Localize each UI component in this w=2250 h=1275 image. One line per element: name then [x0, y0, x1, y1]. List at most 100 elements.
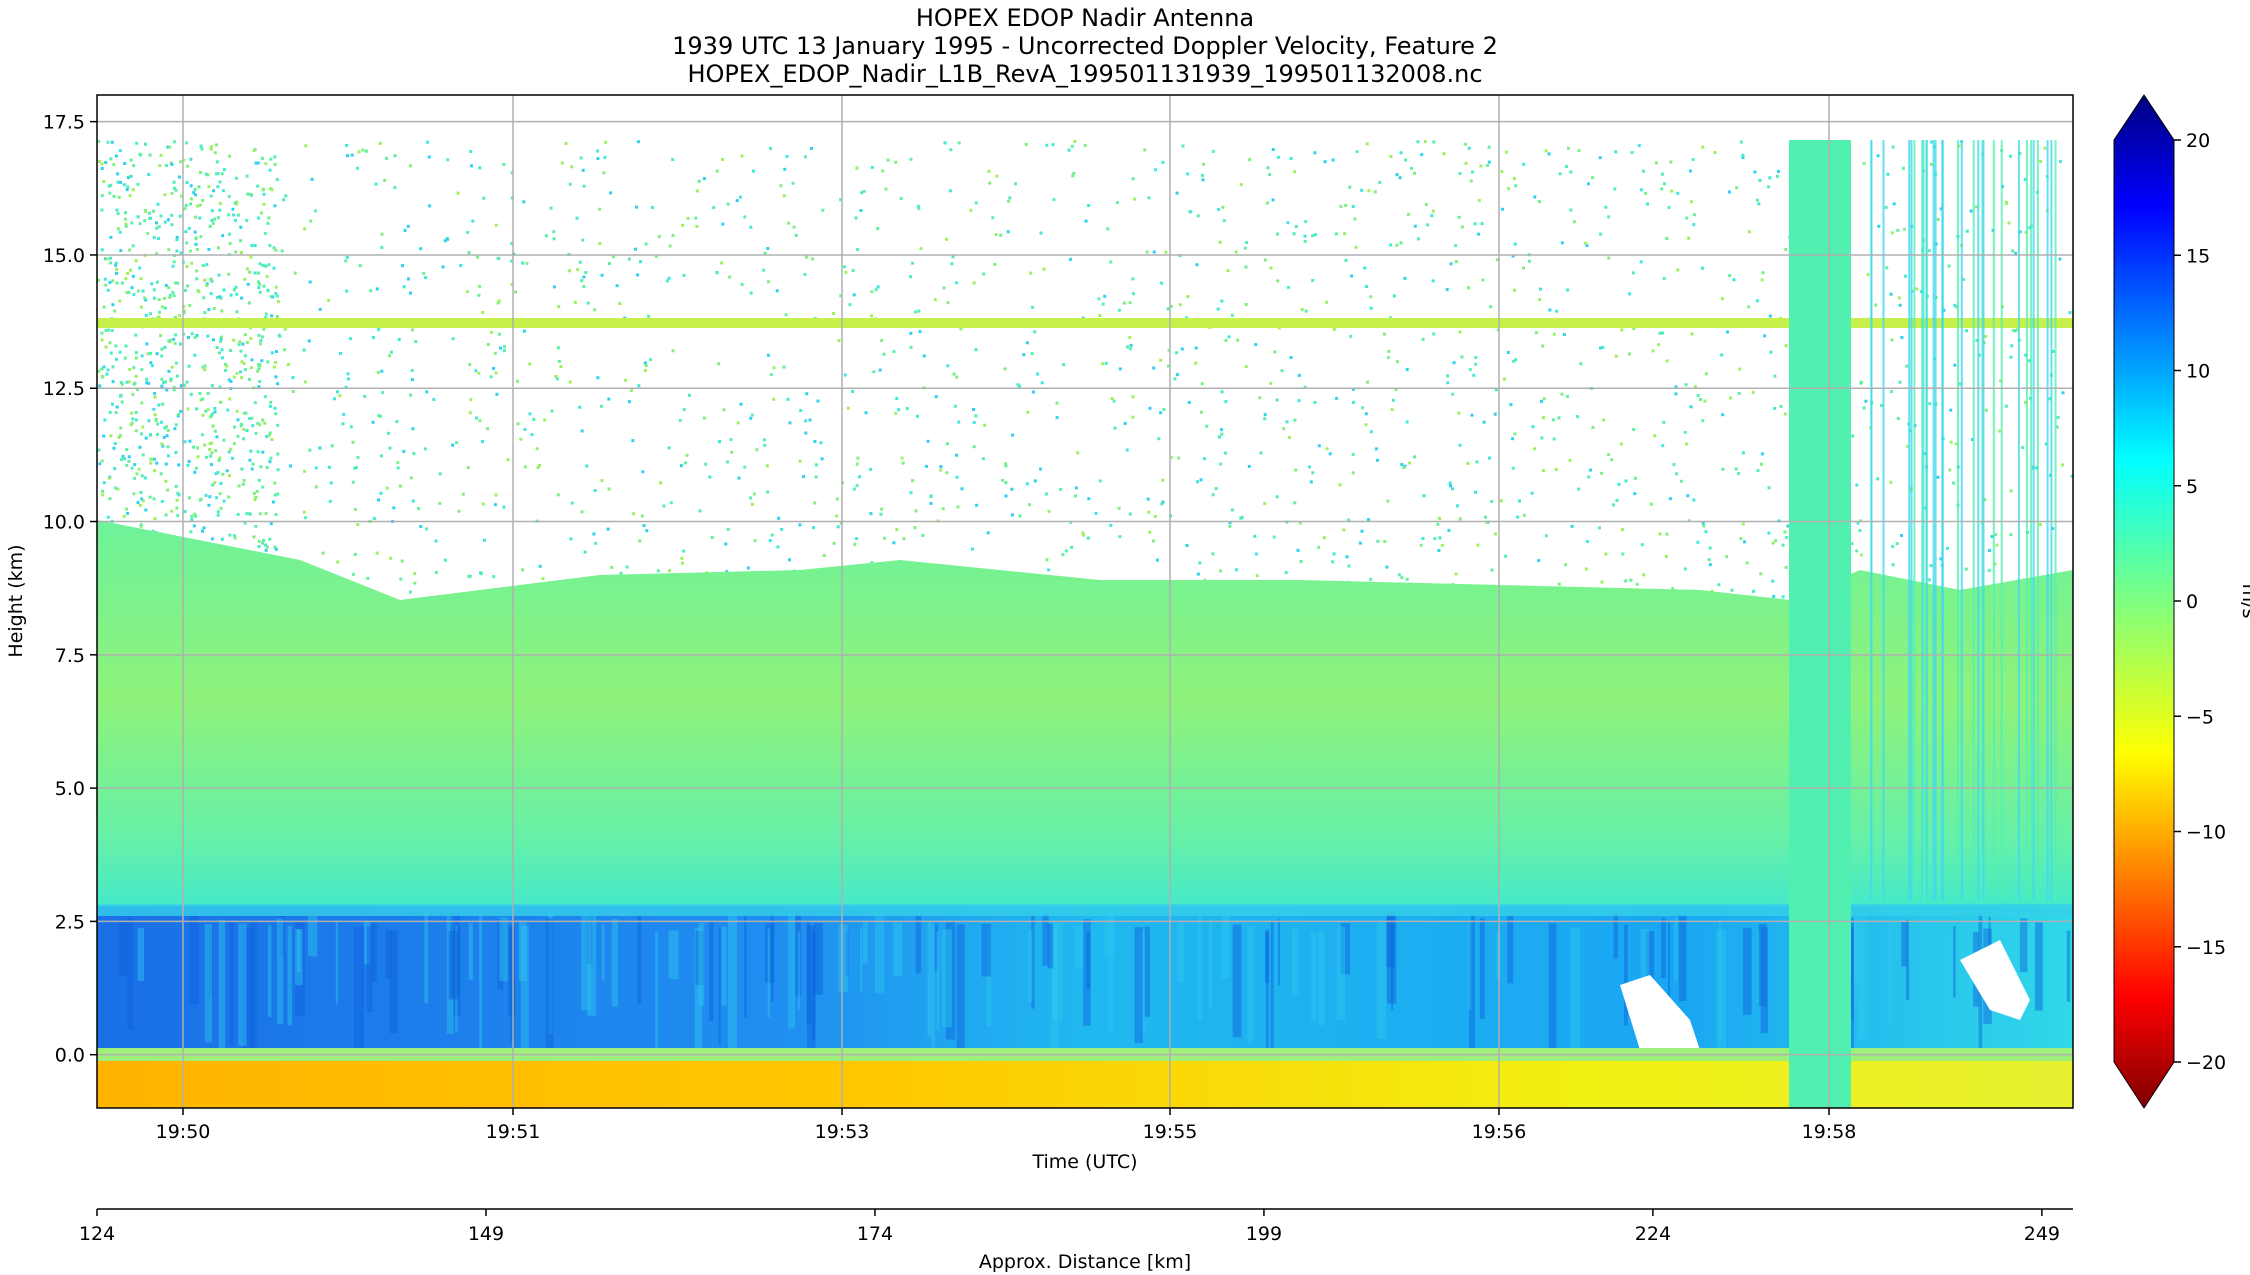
rain-streak: [296, 929, 301, 973]
echo-speck: [1768, 314, 1772, 318]
echo-speck: [749, 225, 753, 229]
echo-speck: [197, 185, 201, 189]
echo-speck: [1421, 537, 1425, 540]
echo-speck: [259, 339, 263, 342]
echo-speck: [1344, 203, 1348, 207]
echo-speck: [240, 251, 243, 255]
echo-speck: [233, 536, 237, 540]
echo-speck: [266, 360, 270, 364]
echo-speck: [2056, 415, 2060, 419]
echo-speck: [1506, 351, 1510, 354]
echo-speck: [358, 264, 362, 268]
echo-speck: [1486, 163, 1489, 167]
rain-streak: [931, 924, 935, 1062]
echo-speck: [1674, 392, 1678, 396]
rain-streak: [956, 924, 965, 1055]
echo-speck: [1513, 242, 1517, 246]
echo-speck: [434, 539, 438, 543]
echo-speck: [1258, 396, 1262, 400]
echo-speck: [788, 558, 791, 562]
echo-speck: [1692, 498, 1696, 502]
echo-speck: [1642, 169, 1646, 173]
echo-speck: [804, 155, 807, 159]
echo-speck: [192, 445, 196, 449]
echo-speck: [594, 541, 598, 545]
rain-streak: [1265, 929, 1269, 1064]
echo-speck: [1311, 471, 1315, 475]
echo-speck: [943, 141, 947, 145]
echo-speck: [726, 202, 730, 206]
echo-speck: [852, 487, 856, 491]
echo-speck: [528, 362, 532, 366]
echo-speck: [219, 339, 223, 343]
echo-speck: [273, 155, 277, 159]
colorbar-label: m/s: [2238, 584, 2250, 619]
echo-speck: [1025, 341, 1029, 345]
echo-speck: [1548, 308, 1552, 312]
echo-speck: [361, 148, 365, 152]
echo-speck: [1477, 198, 1481, 202]
echo-speck: [1644, 192, 1648, 195]
echo-speck: [1402, 466, 1406, 470]
echo-speck: [1896, 228, 1900, 232]
echo-speck: [892, 541, 896, 545]
echo-speck: [109, 351, 113, 355]
echo-speck: [1017, 384, 1021, 388]
echo-speck: [190, 332, 194, 336]
echo-speck: [1864, 399, 1868, 403]
x-axis-label: Time (UTC): [1031, 1151, 1137, 1173]
echo-speck: [148, 153, 152, 157]
echo-speck: [972, 421, 976, 425]
echo-speck: [163, 306, 167, 310]
echo-speck: [486, 343, 490, 346]
echo-speck: [143, 476, 147, 480]
echo-speck: [1928, 249, 1931, 253]
echo-speck: [1579, 362, 1583, 366]
echo-speck: [424, 276, 428, 280]
echo-speck: [1936, 475, 1940, 479]
distance-axis: 124 149 174 199 224 249: [79, 1209, 2060, 1245]
echo-speck: [212, 338, 215, 342]
echo-speck: [1704, 530, 1708, 534]
echo-speck: [422, 271, 426, 275]
echo-speck: [1178, 303, 1182, 307]
echo-speck: [183, 510, 187, 513]
echo-speck: [739, 195, 742, 199]
echo-speck: [791, 181, 795, 185]
echo-speck: [250, 358, 254, 362]
echo-speck: [1033, 479, 1037, 483]
echo-speck: [788, 421, 792, 425]
echo-speck: [396, 461, 400, 465]
echo-speck: [222, 438, 226, 442]
echo-speck: [1342, 528, 1346, 532]
echo-speck: [245, 512, 249, 516]
echo-speck: [939, 468, 943, 472]
rain-streak: [468, 923, 473, 980]
colorbar-body: [2113, 94, 2175, 1109]
echo-speck: [1469, 179, 1473, 183]
echo-speck: [380, 369, 384, 373]
echo-speck: [804, 255, 808, 259]
echo-speck: [1691, 158, 1695, 161]
echo-speck: [1131, 395, 1135, 399]
echo-speck: [1294, 468, 1298, 472]
echo-speck: [1500, 170, 1504, 173]
echo-speck: [163, 426, 167, 430]
echo-speck: [982, 272, 986, 276]
echo-speck: [229, 380, 233, 383]
echo-speck: [262, 192, 266, 196]
echo-speck: [1271, 148, 1275, 151]
echo-speck: [133, 463, 137, 467]
echo-speck: [408, 590, 412, 594]
echo-speck: [1898, 303, 1902, 307]
echo-speck: [227, 195, 231, 198]
echo-speck: [882, 352, 886, 356]
echo-speck: [919, 247, 923, 251]
rain-streak: [727, 915, 738, 1055]
echo-speck: [256, 184, 260, 188]
echo-speck: [1898, 380, 1902, 384]
echo-speck: [1662, 277, 1666, 280]
echo-speck: [246, 282, 250, 286]
colorbar-tick-label: −20: [2186, 1052, 2226, 1074]
echo-speck: [999, 233, 1003, 237]
